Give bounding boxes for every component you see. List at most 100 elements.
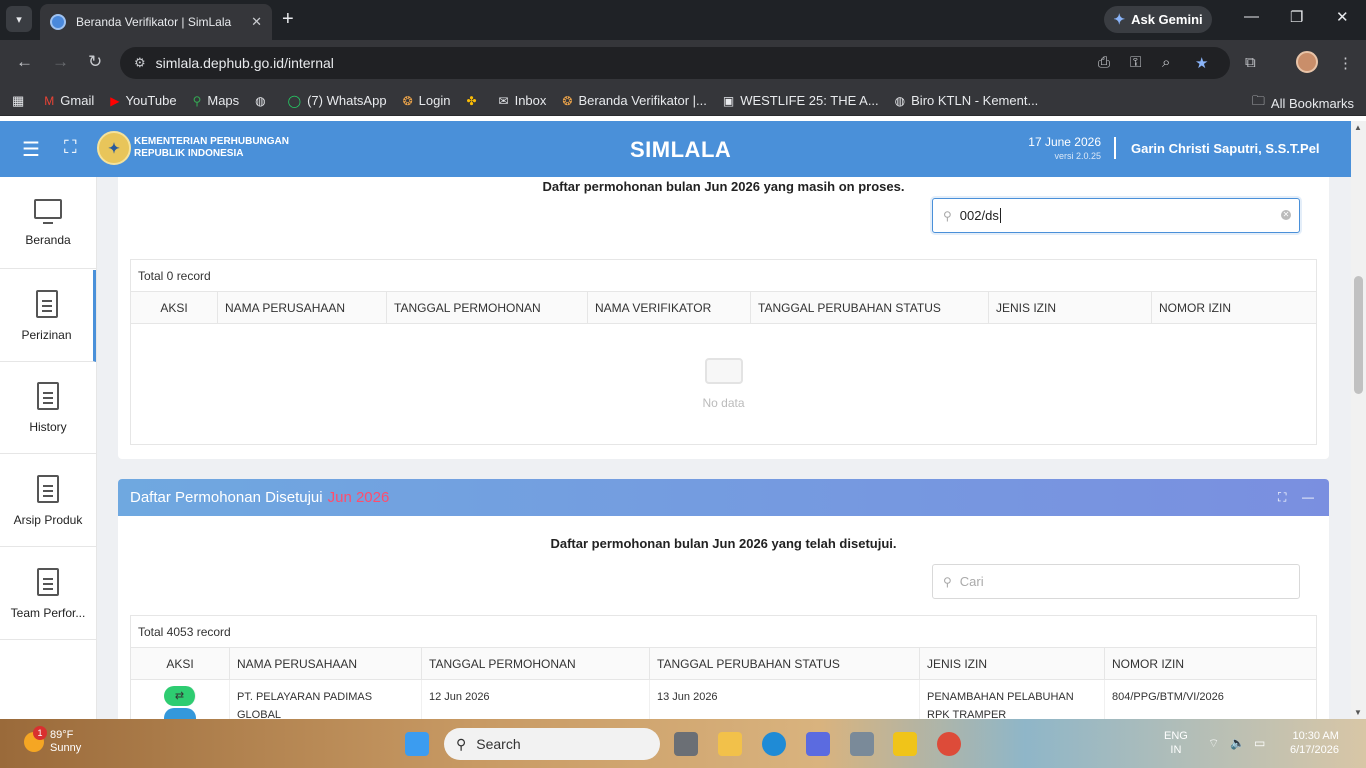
app-version: versi 2.0.25	[1054, 151, 1101, 161]
user-name[interactable]: Garin Christi Saputri, S.S.T.Pel	[1131, 141, 1320, 156]
col-nomor-izin[interactable]: NOMOR IZIN	[1105, 648, 1316, 679]
tab-search-icon[interactable]: ▾	[6, 6, 32, 32]
clear-search-icon[interactable]: ✕	[1281, 210, 1291, 220]
process-action-button[interactable]: ⇄	[164, 686, 196, 706]
bookmark-star-icon[interactable]: ★	[1195, 54, 1208, 72]
profile-avatar[interactable]	[1296, 51, 1318, 73]
browser-menu-icon[interactable]: ⋮	[1338, 54, 1353, 72]
close-window-icon[interactable]: ✕	[1336, 8, 1349, 26]
sidebar-item-team-performance[interactable]: Team Perfor...	[0, 548, 96, 640]
weather-widget[interactable]: 1 89°F Sunny	[24, 726, 81, 755]
col-nama-verifikator[interactable]: NAMA VERIFIKATOR	[588, 292, 751, 323]
address-bar[interactable]: ⚙ simlala.dephub.go.id/internal	[120, 47, 1230, 79]
sidebar-item-history[interactable]: History	[0, 362, 96, 454]
approved-search-input[interactable]: ⚲ Cari	[932, 564, 1300, 599]
bookmark-label: Inbox	[514, 93, 547, 108]
copilot-icon[interactable]	[806, 732, 830, 756]
detail-action-button[interactable]	[164, 708, 196, 719]
reload-icon[interactable]: ↻	[88, 52, 102, 72]
bookmark-maps[interactable]: ⚲ Maps	[193, 93, 240, 108]
org-line2: REPUBLIK INDONESIA	[134, 148, 244, 159]
col-jenis-izin[interactable]: JENIS IZIN	[989, 292, 1152, 323]
restore-icon[interactable]: ❐	[1290, 8, 1303, 26]
clock-date: 6/17/2026	[1290, 744, 1339, 756]
onprocess-subtitle: Daftar permohonan bulan Jun 2026 yang ma…	[542, 179, 905, 194]
language-indicator[interactable]: ENG IN	[1164, 729, 1188, 757]
fullscreen-icon[interactable]: ⛶	[64, 137, 77, 158]
all-bookmarks[interactable]: 🗀 All Bookmarks	[1252, 92, 1354, 114]
sidebar-item-perizinan[interactable]: Perizinan	[0, 270, 96, 362]
taskbar-search[interactable]: ⚲ Search	[444, 728, 660, 760]
lang-primary: ENG	[1164, 730, 1188, 742]
bookmark-youtube[interactable]: ▶ YouTube	[110, 93, 176, 108]
chrome-icon[interactable]	[937, 732, 961, 756]
approved-table-header: AKSI NAMA PERUSAHAAN TANGGAL PERMOHONAN …	[131, 648, 1316, 680]
hamburger-menu-icon[interactable]: ☰	[22, 137, 40, 162]
col-nomor-izin[interactable]: NOMOR IZIN	[1152, 292, 1316, 323]
sidebar-item-beranda[interactable]: Beranda	[0, 177, 96, 269]
bookmark-label: Login	[418, 93, 451, 108]
bookmark-label: (7) WhatsApp	[307, 93, 387, 108]
col-tanggal-perubahan-status[interactable]: TANGGAL PERUBAHAN STATUS	[650, 648, 920, 679]
bookmark-label: Beranda Verifikator |...	[578, 93, 707, 108]
back-icon[interactable]: ←	[16, 52, 33, 72]
col-aksi[interactable]: AKSI	[131, 292, 218, 323]
col-nama-perusahaan[interactable]: NAMA PERUSAHAAN	[230, 648, 422, 679]
edge-icon[interactable]	[762, 732, 786, 756]
page-scrollbar[interactable]: ▲ ▼	[1351, 121, 1366, 719]
sidebar-item-arsip-produk[interactable]: Arsip Produk	[0, 455, 96, 547]
bookmark-biro-ktln[interactable]: ◍ Biro KTLN - Kement...	[895, 93, 1039, 108]
ask-gemini-button[interactable]: ✦ Ask Gemini	[1104, 6, 1212, 33]
col-tanggal-permohonan[interactable]: TANGGAL PERMOHONAN	[422, 648, 650, 679]
mail-icon: ✉	[498, 93, 509, 108]
zoom-icon[interactable]: ⌕	[1162, 54, 1170, 71]
browser-tab[interactable]: Beranda Verifikator | SimLala ✕	[40, 4, 272, 40]
all-bookmarks-label: All Bookmarks	[1270, 95, 1354, 111]
bookmark-label: Gmail	[60, 93, 95, 108]
collapse-card-icon[interactable]: —	[1302, 490, 1314, 504]
ask-gemini-label: Ask Gemini	[1131, 12, 1203, 27]
install-app-icon[interactable]: ⎙	[1098, 54, 1110, 71]
windows-start-icon[interactable]	[405, 732, 429, 756]
taskbar-clock[interactable]: 10:30 AM 6/17/2026	[1290, 729, 1339, 757]
col-jenis-izin[interactable]: JENIS IZIN	[920, 648, 1105, 679]
password-key-icon[interactable]: ⚿	[1130, 54, 1141, 71]
new-tab-icon[interactable]: +	[282, 8, 294, 30]
bookmark-pinwheel[interactable]: ✤	[466, 94, 482, 108]
col-tanggal-permohonan[interactable]: TANGGAL PERMOHONAN	[387, 292, 588, 323]
bookmark-beranda[interactable]: ❂ Beranda Verifikator |...	[562, 93, 706, 108]
site-info-icon[interactable]: ⚙	[134, 55, 146, 71]
col-tanggal-perubahan-status[interactable]: TANGGAL PERUBAHAN STATUS	[751, 292, 989, 323]
scrollbar-thumb[interactable]	[1354, 276, 1363, 394]
col-nama-perusahaan[interactable]: NAMA PERUSAHAAN	[218, 292, 387, 323]
wifi-icon[interactable]: ⌔	[1208, 736, 1219, 750]
minimize-icon[interactable]: —	[1244, 8, 1259, 25]
bookmark-inbox[interactable]: ✉ Inbox	[499, 93, 547, 108]
sidebar-item-label: Beranda	[25, 232, 71, 247]
sidebar-item-label: Team Perfor...	[10, 605, 86, 620]
sticky-notes-icon[interactable]	[893, 732, 917, 756]
battery-icon[interactable]: ▭	[1254, 736, 1265, 750]
weather-temp: 89°F	[50, 729, 74, 741]
document-icon	[37, 381, 59, 410]
tab-close-icon[interactable]: ✕	[251, 14, 262, 30]
bookmark-label: WESTLIFE 25: THE A...	[740, 93, 879, 108]
app-header: ☰ ⛶ ✦ KEMENTERIAN PERHUBUNGAN REPUBLIK I…	[0, 121, 1351, 177]
scroll-down-icon[interactable]: ▼	[1354, 708, 1362, 717]
bookmark-whatsapp[interactable]: ◯ (7) WhatsApp	[288, 93, 387, 108]
expand-card-icon[interactable]: ⛶	[1278, 490, 1286, 505]
file-explorer-icon[interactable]	[718, 732, 742, 756]
bookmark-westlife[interactable]: ▣ WESTLIFE 25: THE A...	[723, 93, 879, 108]
bookmark-globe[interactable]: ◍	[255, 94, 271, 108]
onprocess-search-input[interactable]: ⚲ 002/ds ✕	[932, 198, 1300, 233]
bookmark-login[interactable]: ❂ Login	[403, 93, 451, 108]
bookmark-gmail[interactable]: M Gmail	[44, 93, 94, 108]
scroll-up-icon[interactable]: ▲	[1354, 123, 1362, 132]
camera-icon[interactable]	[850, 732, 874, 756]
extensions-icon[interactable]: ⧉	[1245, 54, 1256, 71]
apps-grid-icon[interactable]: ▦	[12, 93, 24, 109]
forward-icon[interactable]: →	[52, 52, 69, 72]
task-view-icon[interactable]	[674, 732, 698, 756]
col-aksi[interactable]: AKSI	[131, 648, 230, 679]
volume-icon[interactable]: 🔈	[1230, 736, 1245, 750]
